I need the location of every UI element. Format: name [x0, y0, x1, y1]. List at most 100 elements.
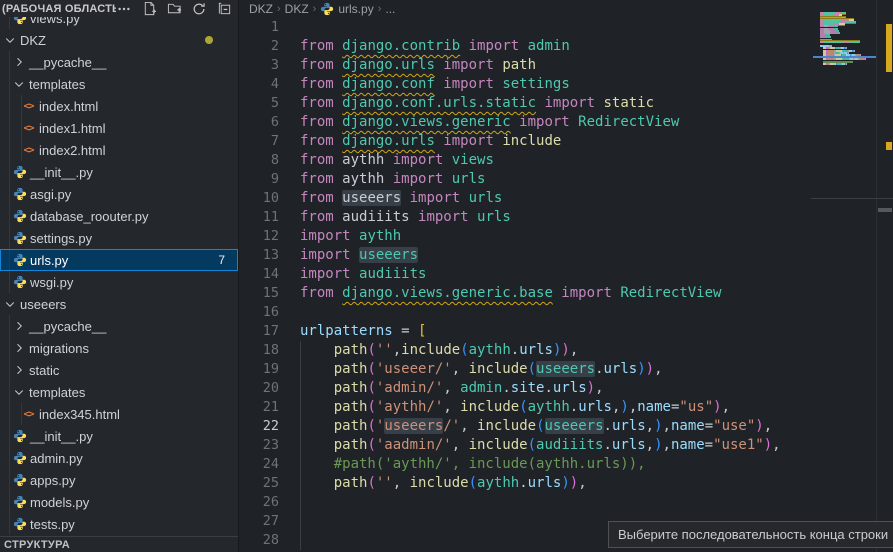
- code-line-25[interactable]: 25 path('', include(aythh.urls)),: [239, 474, 817, 493]
- tree-item-settings-py[interactable]: settings.py: [0, 227, 238, 249]
- line-text: path('',include(aythh.urls)),: [300, 341, 578, 360]
- tree-item-index1-html[interactable]: <>index1.html: [0, 117, 238, 139]
- code-line-9[interactable]: 9from aythh import urls: [239, 170, 817, 189]
- line-number[interactable]: 28: [239, 531, 279, 550]
- line-number[interactable]: 17: [239, 322, 279, 341]
- code-line-13[interactable]: 13import useeers: [239, 246, 817, 265]
- tree-item-label: apps.py: [30, 473, 76, 488]
- breadcrumb-label: urls.py: [338, 2, 373, 16]
- code-line-12[interactable]: 12import aythh: [239, 227, 817, 246]
- breadcrumb-item[interactable]: DKZ: [249, 2, 273, 16]
- tree-item-useeers[interactable]: useeers: [0, 293, 238, 315]
- line-number[interactable]: 4: [239, 75, 279, 94]
- collapse-folders-icon[interactable]: [216, 1, 232, 17]
- breadcrumb-item[interactable]: DKZ: [285, 2, 309, 16]
- line-number[interactable]: 23: [239, 436, 279, 455]
- tree-item-static[interactable]: static: [0, 359, 238, 381]
- code-line-21[interactable]: 21 path('aythh/', include(aythh.urls,),n…: [239, 398, 817, 417]
- code-line-19[interactable]: 19 path('useeer/', include(useeers.urls)…: [239, 360, 817, 379]
- line-number[interactable]: 13: [239, 246, 279, 265]
- code-line-23[interactable]: 23 path('aadmin/', include(audiiits.urls…: [239, 436, 817, 455]
- breadcrumb-item[interactable]: ...: [385, 2, 395, 16]
- more-actions-icon[interactable]: [116, 1, 132, 17]
- tree-item--init-py[interactable]: __init__.py: [0, 161, 238, 183]
- line-number[interactable]: 9: [239, 170, 279, 189]
- line-number[interactable]: 5: [239, 94, 279, 113]
- code-line-15[interactable]: 15from django.views.generic.base import …: [239, 284, 817, 303]
- breadcrumb-item[interactable]: urls.py: [320, 2, 373, 16]
- tree-item-apps-py[interactable]: apps.py: [0, 469, 238, 491]
- code-line-8[interactable]: 8from aythh import views: [239, 151, 817, 170]
- line-number[interactable]: 27: [239, 512, 279, 531]
- line-number[interactable]: 10: [239, 189, 279, 208]
- code-line-10[interactable]: 10from useeers import urls: [239, 189, 817, 208]
- tree-item-database-roouter-py[interactable]: database_roouter.py: [0, 205, 238, 227]
- line-number[interactable]: 15: [239, 284, 279, 303]
- tree-item-index345-html[interactable]: <>index345.html: [0, 403, 238, 425]
- tree-item-templates[interactable]: templates: [0, 381, 238, 403]
- tree-indent-guide: [9, 469, 10, 491]
- tree-item-tests-py[interactable]: tests.py: [0, 513, 238, 535]
- refresh-icon[interactable]: [191, 1, 207, 17]
- line-number[interactable]: 8: [239, 151, 279, 170]
- tree-item-index2-html[interactable]: <>index2.html: [0, 139, 238, 161]
- new-file-icon[interactable]: [141, 1, 157, 17]
- code-line-18[interactable]: 18 path('',include(aythh.urls)),: [239, 341, 817, 360]
- line-number[interactable]: 1: [239, 18, 279, 37]
- tree-item--pycache-[interactable]: __pycache__: [0, 315, 238, 337]
- tree-item-templates[interactable]: templates: [0, 73, 238, 95]
- new-folder-icon[interactable]: [166, 1, 182, 17]
- tree-item-label: wsgi.py: [30, 275, 73, 290]
- tree-item-migrations[interactable]: migrations: [0, 337, 238, 359]
- tree-indent-guide: [21, 117, 22, 139]
- line-number[interactable]: 24: [239, 455, 279, 474]
- tree-item-asgi-py[interactable]: asgi.py: [0, 183, 238, 205]
- line-number[interactable]: 18: [239, 341, 279, 360]
- tree-item--pycache-[interactable]: __pycache__: [0, 51, 238, 73]
- overview-ruler[interactable]: [876, 0, 893, 552]
- code-line-2[interactable]: 2from django.contrib import admin: [239, 37, 817, 56]
- code-line-26[interactable]: 26: [239, 493, 817, 512]
- outline-section-header[interactable]: СТРУКТУРА: [0, 536, 238, 552]
- line-number[interactable]: 21: [239, 398, 279, 417]
- line-number[interactable]: 7: [239, 132, 279, 151]
- code-area[interactable]: 12from django.contrib import admin3from …: [239, 18, 817, 552]
- tree-item-urls-py[interactable]: urls.py7: [0, 249, 238, 271]
- tree-item-wsgi-py[interactable]: wsgi.py: [0, 271, 238, 293]
- code-line-20[interactable]: 20 path('admin/', admin.site.urls),: [239, 379, 817, 398]
- breadcrumb-separator-icon: ›: [378, 3, 382, 15]
- code-line-5[interactable]: 5from django.conf.urls.static import sta…: [239, 94, 817, 113]
- line-number[interactable]: 3: [239, 56, 279, 75]
- line-number[interactable]: 11: [239, 208, 279, 227]
- chevron-right-icon: [13, 342, 25, 354]
- tree-item--init-py[interactable]: __init__.py: [0, 425, 238, 447]
- line-number[interactable]: 20: [239, 379, 279, 398]
- line-number[interactable]: 25: [239, 474, 279, 493]
- line-number[interactable]: 14: [239, 265, 279, 284]
- tree-item-index-html[interactable]: <>index.html: [0, 95, 238, 117]
- code-line-4[interactable]: 4from django.conf import settings: [239, 75, 817, 94]
- line-number[interactable]: 16: [239, 303, 279, 322]
- code-line-7[interactable]: 7from django.urls import include: [239, 132, 817, 151]
- minimap[interactable]: [817, 10, 875, 552]
- code-line-11[interactable]: 11from audiiits import urls: [239, 208, 817, 227]
- code-line-1[interactable]: 1: [239, 18, 817, 37]
- code-line-22[interactable]: 22 path('useeers/', include(useeers.urls…: [239, 417, 817, 436]
- code-line-3[interactable]: 3from django.urls import path: [239, 56, 817, 75]
- tree-item-dkz[interactable]: DKZ: [0, 29, 238, 51]
- line-number[interactable]: 2: [239, 37, 279, 56]
- line-number[interactable]: 26: [239, 493, 279, 512]
- code-line-17[interactable]: 17urlpatterns = [: [239, 322, 817, 341]
- line-number[interactable]: 6: [239, 113, 279, 132]
- code-line-16[interactable]: 16: [239, 303, 817, 322]
- tree-item-label: __init__.py: [30, 165, 93, 180]
- code-line-6[interactable]: 6from django.views.generic import Redire…: [239, 113, 817, 132]
- tree-item-models-py[interactable]: models.py: [0, 491, 238, 513]
- breadcrumb-label: DKZ: [285, 2, 309, 16]
- line-number[interactable]: 19: [239, 360, 279, 379]
- code-line-24[interactable]: 24 #path('aythh/', include(aythh.urls)),: [239, 455, 817, 474]
- code-line-14[interactable]: 14import audiiits: [239, 265, 817, 284]
- line-number[interactable]: 22: [239, 417, 279, 436]
- line-number[interactable]: 12: [239, 227, 279, 246]
- tree-item-admin-py[interactable]: admin.py: [0, 447, 238, 469]
